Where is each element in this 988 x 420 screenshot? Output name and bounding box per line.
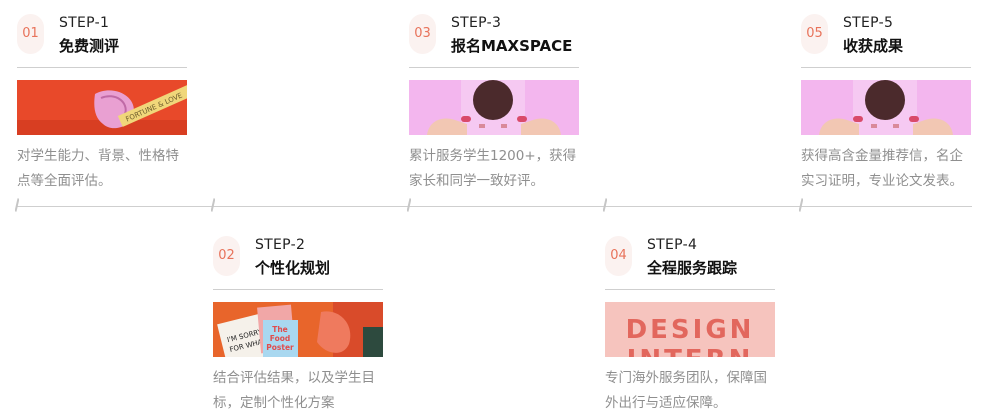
step-header: 04 STEP-4 全程服务跟踪 [605, 236, 775, 292]
svg-text:Food: Food [270, 334, 291, 343]
step-title[interactable]: 个性化规划 [255, 257, 330, 278]
food-poster-cards-photo[interactable]: I'M SORRY FOR WHAT The Food Poster [213, 302, 383, 357]
step-divider [213, 289, 383, 290]
step-card-3[interactable]: 03 STEP-3 报名MAXSPACE 累计服务学生1200+，获得家长和同学… [409, 14, 579, 189]
step-header: 03 STEP-3 报名MAXSPACE [409, 14, 579, 70]
step-description: 累计服务学生1200+，获得家长和同学一致好评。 [409, 148, 577, 189]
timeline-tick-5 [799, 198, 803, 212]
step-code: STEP-1 [59, 15, 110, 31]
timeline-tick-3 [407, 198, 411, 212]
step-divider [17, 67, 187, 68]
step-header: 01 STEP-1 免费测评 [17, 14, 187, 70]
step-code: STEP-5 [843, 15, 894, 31]
step-description: 对学生能力、背景、性格特点等全面评估。 [17, 148, 179, 189]
svg-text:Poster: Poster [266, 343, 294, 352]
timeline-tick-2 [211, 198, 215, 212]
step-title[interactable]: 收获成果 [843, 35, 903, 56]
step-number-badge: 02 [213, 236, 240, 276]
step-number-badge: 05 [801, 14, 828, 54]
step-card-1[interactable]: 01 STEP-1 免费测评 FORTUNE & LOVE 对学生能力、背景、性… [17, 14, 187, 189]
svg-text:DESIGN: DESIGN [626, 315, 755, 345]
step-divider [605, 289, 775, 290]
step-title[interactable]: 报名MAXSPACE [451, 35, 572, 56]
svg-text:INTERN: INTERN [627, 345, 754, 357]
timeline-tick-1 [15, 198, 19, 212]
step-description: 获得高含金量推荐信，名企实习证明，专业论文发表。 [801, 148, 963, 189]
step-title[interactable]: 免费测评 [59, 35, 119, 56]
step-number-badge: 01 [17, 14, 44, 54]
step-divider [409, 67, 579, 68]
hands-holding-record-photo[interactable] [801, 80, 971, 135]
step-card-2[interactable]: 02 STEP-2 个性化规划 I'M SORRY FOR WHAT The F… [213, 236, 383, 411]
timeline-line [16, 206, 972, 207]
design-letters-photo[interactable]: DESIGN INTERN [605, 302, 775, 357]
step-number-badge: 03 [409, 14, 436, 54]
step-description: 结合评估结果，以及学生目标，定制个性化方案 [213, 370, 375, 411]
step-header: 02 STEP-2 个性化规划 [213, 236, 383, 292]
step-divider [801, 67, 971, 68]
step-description: 专门海外服务团队，保障国外出行与适应保障。 [605, 370, 767, 411]
step-card-4[interactable]: 04 STEP-4 全程服务跟踪 DESIGN INTERN 专门海外服务团队，… [605, 236, 775, 411]
timeline-tick-4 [603, 198, 607, 212]
svg-text:The: The [272, 325, 288, 334]
step-code: STEP-2 [255, 237, 306, 253]
step-code: STEP-3 [451, 15, 502, 31]
fortune-cookie-photo[interactable]: FORTUNE & LOVE [17, 80, 187, 135]
step-card-5[interactable]: 05 STEP-5 收获成果 获得高含金量推荐信，名企实习证明，专业论文发表。 [801, 14, 971, 189]
step-number-badge: 04 [605, 236, 632, 276]
hands-holding-record-photo[interactable] [409, 80, 579, 135]
step-title[interactable]: 全程服务跟踪 [647, 257, 737, 278]
step-code: STEP-4 [647, 237, 698, 253]
step-header: 05 STEP-5 收获成果 [801, 14, 971, 70]
